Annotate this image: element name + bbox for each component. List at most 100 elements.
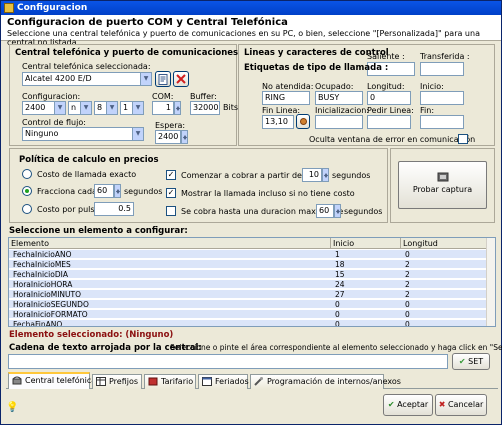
accept-button[interactable]: ✔ Aceptar xyxy=(383,394,433,416)
bits-label: Bits xyxy=(223,103,239,112)
databits-select[interactable]: 8 ▼ xyxy=(94,101,118,115)
ocultar-checkbox[interactable] xyxy=(458,134,468,144)
stopbits-value: 1 xyxy=(123,103,129,112)
table-icon xyxy=(96,377,106,386)
pulsos-input[interactable]: 0.5 xyxy=(94,202,134,216)
radio-fracciona[interactable] xyxy=(22,186,32,196)
footer-bar: 💡 ✔ Aceptar ✖ Cancelar xyxy=(1,390,501,424)
probar-captura-button[interactable]: Probar captura xyxy=(398,161,487,209)
fin-linea-input[interactable]: 13,10 xyxy=(262,115,294,129)
buffer-input[interactable]: 32000 xyxy=(190,101,220,115)
cobra-hasta-spinner[interactable] xyxy=(334,204,341,218)
title-bar: Configuracion xyxy=(1,1,501,15)
central-select[interactable]: Alcatel 4200 E/D ▼ xyxy=(22,72,152,86)
page-title: Configuracion de puerto COM y Central Te… xyxy=(7,17,288,28)
ocupado-label: Ocupado: xyxy=(315,82,354,91)
fin-linea-edit-button[interactable] xyxy=(296,114,310,129)
comenzar-checkbox[interactable]: ✓ xyxy=(166,170,176,180)
no-atendida-input[interactable]: RING xyxy=(262,91,310,105)
pedir-linea-label: Pedir Linea: xyxy=(367,106,414,115)
baud-select[interactable]: 2400 ▼ xyxy=(22,101,66,115)
costo-exacto-label: Costo de llamada exacto xyxy=(37,170,137,179)
tab-programacion-internos[interactable]: Programación de internos/anexos xyxy=(250,374,401,389)
elements-table[interactable]: Elemento Inicio Longitud FechaInicioANO 1… xyxy=(8,237,496,327)
fracciona-input[interactable]: 60 xyxy=(94,184,114,198)
longitud-input[interactable]: 0 xyxy=(367,91,411,105)
row-elemento: FechaInicioMES xyxy=(13,260,71,269)
fracciona-unit: segundos xyxy=(124,187,163,196)
set-label: SET xyxy=(468,357,484,366)
flow-select[interactable]: Ninguno ▼ xyxy=(22,127,144,141)
set-button[interactable]: ✔ SET xyxy=(452,353,490,370)
central-delete-button[interactable] xyxy=(173,71,189,87)
tab-prefijos[interactable]: Prefijos xyxy=(92,374,142,389)
checkmark-icon: ✔ xyxy=(458,357,466,366)
table-row[interactable]: HoraInicioSEGUNDO 0 0 xyxy=(9,300,487,309)
row-longitud: 2 xyxy=(405,270,410,279)
com-panel-title: Central telefónica y puerto de comunicac… xyxy=(15,48,239,58)
tab-central-telefonica[interactable]: Central telefónica xyxy=(8,372,96,389)
column-header-elemento[interactable]: Elemento xyxy=(9,238,331,249)
column-header-inicio[interactable]: Inicio xyxy=(331,238,401,249)
cadena-input[interactable] xyxy=(8,354,448,369)
selected-element-label: Elemento seleccionado: (Ninguno) xyxy=(9,330,174,340)
table-row[interactable]: HoraInicioFORMATO 0 0 xyxy=(9,310,487,319)
row-longitud: 0 xyxy=(405,300,410,309)
row-elemento: HoraInicioFORMATO xyxy=(13,310,88,319)
column-header-longitud[interactable]: Longitud xyxy=(401,238,487,249)
inicio-input[interactable] xyxy=(420,91,464,105)
tab-label: Feriados xyxy=(215,377,249,386)
table-row[interactable]: FechaInicioMES 18 2 xyxy=(9,260,487,269)
central-edit-button[interactable] xyxy=(155,71,171,87)
header-banner: Configuracion de puerto COM y Central Te… xyxy=(1,15,501,47)
cancel-button[interactable]: ✖ Cancelar xyxy=(435,394,487,416)
ocupado-input[interactable]: BUSY xyxy=(315,91,363,105)
espera-label: Espera: xyxy=(155,121,186,130)
fin-input[interactable] xyxy=(420,115,464,129)
cobra-hasta-checkbox[interactable] xyxy=(166,206,176,216)
table-scrollbar[interactable] xyxy=(486,238,495,326)
parity-select[interactable]: n ▼ xyxy=(68,101,92,115)
comenzar-spinner[interactable] xyxy=(322,168,329,182)
fracciona-spinner[interactable] xyxy=(114,184,121,198)
databits-value: 8 xyxy=(97,103,103,112)
com-input[interactable]: 1 xyxy=(152,101,174,115)
elements-title: Seleccione un elemento a configurar: xyxy=(9,226,188,236)
transferida-input[interactable] xyxy=(420,62,464,76)
tab-feriados[interactable]: Feriados xyxy=(198,374,249,389)
mostrar-checkbox[interactable]: ✓ xyxy=(166,188,176,198)
table-row[interactable]: FechaFinANO 0 0 xyxy=(9,320,487,327)
central-label: Central telefónica seleccionada: xyxy=(22,62,151,71)
transferida-label: Transferida : xyxy=(420,52,470,61)
row-longitud: 0 xyxy=(405,250,410,259)
close-icon: ✖ xyxy=(438,400,446,409)
app-icon xyxy=(4,3,14,13)
radio-pulsos[interactable] xyxy=(22,204,32,214)
stopbits-select[interactable]: 1 ▼ xyxy=(120,101,144,115)
table-row[interactable]: HoraInicioHORA 24 2 xyxy=(9,280,487,289)
document-icon xyxy=(158,74,168,85)
lines-panel: Lineas y caracteres de control Saliente … xyxy=(238,44,495,146)
comenzar-unit: segundos xyxy=(332,171,371,180)
espera-input[interactable]: 2400 xyxy=(155,130,181,144)
row-longitud: 0 xyxy=(405,320,410,327)
com-label: COM: xyxy=(152,92,174,101)
calendar-icon xyxy=(202,377,212,386)
config-window: Configuracion Configuracion de puerto CO… xyxy=(0,0,502,425)
espera-spinner[interactable] xyxy=(181,130,188,144)
fin-linea-label: Fin Linea: xyxy=(262,106,301,115)
pedir-linea-input[interactable] xyxy=(367,115,411,129)
cobra-hasta-input[interactable]: 60 xyxy=(316,204,334,218)
tab-tarifario[interactable]: Tarifario xyxy=(144,374,196,389)
radio-costo-exacto[interactable] xyxy=(22,169,32,179)
mostrar-label: Mostrar la llamada incluso si no tiene c… xyxy=(181,189,355,198)
table-row[interactable]: FechaInicioANO 1 0 xyxy=(9,250,487,259)
com-spinner[interactable] xyxy=(174,101,181,115)
comenzar-input[interactable]: 10 xyxy=(302,168,322,182)
table-row[interactable]: FechaInicioDIA 15 2 xyxy=(9,270,487,279)
fracciona-label: Fracciona cada: xyxy=(37,187,100,196)
inicializacion-input[interactable] xyxy=(315,115,363,129)
row-inicio: 24 xyxy=(335,280,345,289)
inicializacion-label: Inicializacion: xyxy=(315,106,370,115)
table-row[interactable]: HoraInicioMINUTO 27 2 xyxy=(9,290,487,299)
